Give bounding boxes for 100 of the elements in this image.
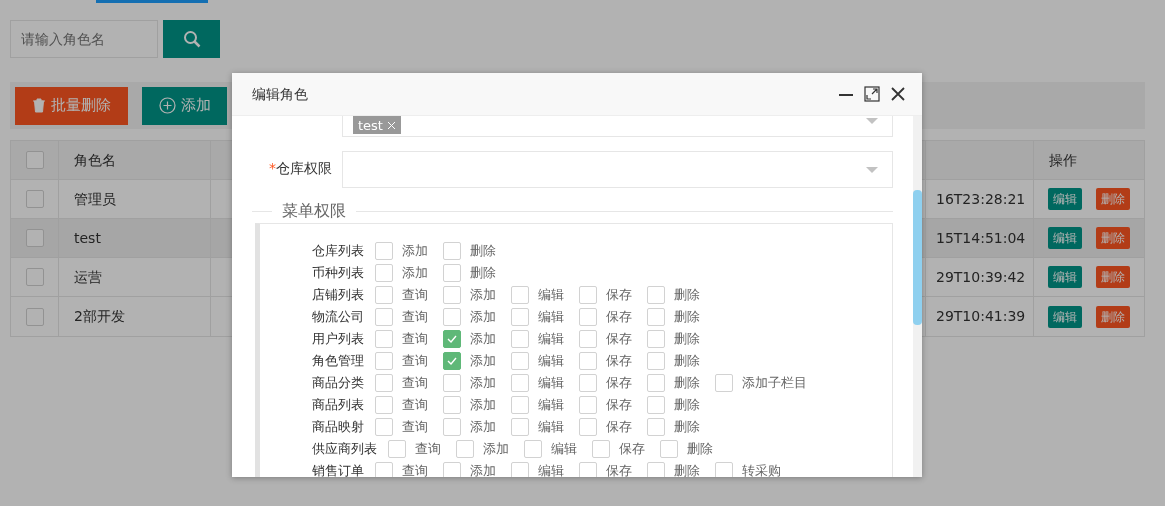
checkbox[interactable] bbox=[579, 308, 597, 326]
checkbox[interactable] bbox=[715, 374, 733, 392]
delete-button[interactable]: 删除 bbox=[1096, 266, 1130, 288]
close-icon[interactable] bbox=[890, 86, 906, 102]
delete-button[interactable]: 删除 bbox=[1096, 188, 1130, 210]
checkbox[interactable] bbox=[443, 396, 461, 414]
checkbox[interactable] bbox=[375, 242, 393, 260]
dropdown-caret-icon bbox=[866, 118, 878, 124]
checkbox[interactable] bbox=[511, 352, 529, 370]
checkbox[interactable] bbox=[443, 264, 461, 282]
checkbox[interactable] bbox=[511, 396, 529, 414]
checkbox[interactable] bbox=[647, 330, 665, 348]
checkbox[interactable] bbox=[647, 462, 665, 477]
delete-button[interactable]: 删除 bbox=[1096, 227, 1130, 249]
edit-button[interactable]: 编辑 bbox=[1048, 305, 1082, 328]
trash-icon bbox=[32, 98, 46, 113]
select-all-checkbox[interactable] bbox=[25, 151, 44, 169]
permission-label: 保存 bbox=[606, 462, 632, 477]
checkbox[interactable] bbox=[375, 286, 393, 304]
checkbox[interactable] bbox=[579, 462, 597, 477]
checkbox[interactable] bbox=[511, 330, 529, 348]
edit-button[interactable]: 编辑 bbox=[1048, 266, 1082, 288]
permission-label: 保存 bbox=[606, 330, 632, 349]
row-checkbox[interactable] bbox=[25, 229, 44, 247]
checkbox[interactable] bbox=[579, 418, 597, 436]
checkbox[interactable] bbox=[579, 374, 597, 392]
permission-label: 删除 bbox=[674, 396, 700, 415]
permission-label: 添加 bbox=[470, 286, 496, 305]
permission-label: 保存 bbox=[606, 352, 632, 371]
checkbox[interactable] bbox=[375, 418, 393, 436]
permission-label: 编辑 bbox=[551, 440, 577, 459]
checkbox[interactable] bbox=[443, 286, 461, 304]
checkbox[interactable] bbox=[511, 308, 529, 326]
checkbox[interactable] bbox=[443, 242, 461, 260]
checkbox[interactable] bbox=[456, 440, 474, 458]
permission-label: 查询 bbox=[402, 374, 428, 393]
row-checkbox[interactable] bbox=[25, 268, 44, 286]
table-cell-text: 16T23:28:21 bbox=[936, 189, 1026, 209]
checkbox[interactable] bbox=[443, 374, 461, 392]
edit-button[interactable]: 编辑 bbox=[1048, 188, 1082, 210]
checkbox[interactable] bbox=[375, 396, 393, 414]
add-button[interactable]: 添加 bbox=[142, 86, 227, 125]
delete-button[interactable]: 删除 bbox=[1096, 305, 1130, 328]
checkbox[interactable] bbox=[443, 418, 461, 436]
checkbox[interactable] bbox=[443, 330, 461, 348]
dropdown-caret-icon bbox=[866, 166, 878, 173]
permission-label: 添加 bbox=[402, 264, 428, 283]
checkbox[interactable] bbox=[660, 440, 678, 458]
batch-delete-button[interactable]: 批量删除 bbox=[15, 86, 128, 125]
permission-label: 添加 bbox=[470, 308, 496, 327]
checkbox[interactable] bbox=[511, 374, 529, 392]
table-cell-text: 29T10:41:39 bbox=[936, 307, 1026, 326]
row-checkbox[interactable] bbox=[25, 190, 44, 208]
check-icon bbox=[447, 357, 457, 365]
checkbox[interactable] bbox=[524, 440, 542, 458]
checkbox[interactable] bbox=[647, 396, 665, 414]
checkbox[interactable] bbox=[375, 352, 393, 370]
checkbox[interactable] bbox=[375, 308, 393, 326]
checkbox[interactable] bbox=[715, 462, 733, 477]
menu-label: 销售订单 bbox=[312, 462, 364, 477]
checkbox[interactable] bbox=[375, 374, 393, 392]
checkbox[interactable] bbox=[647, 308, 665, 326]
menu-label: 物流公司 bbox=[312, 308, 364, 327]
checkbox[interactable] bbox=[443, 308, 461, 326]
checkbox[interactable] bbox=[647, 352, 665, 370]
dialog-title: 编辑角色 bbox=[252, 84, 309, 104]
menu-label: 币种列表 bbox=[312, 264, 364, 283]
warehouse-select[interactable] bbox=[342, 151, 893, 188]
checkbox[interactable] bbox=[579, 352, 597, 370]
checkbox[interactable] bbox=[388, 440, 406, 458]
checkbox[interactable] bbox=[579, 330, 597, 348]
checkbox[interactable] bbox=[375, 462, 393, 477]
row-checkbox[interactable] bbox=[25, 307, 44, 326]
selected-tag: test bbox=[353, 116, 401, 134]
checkbox[interactable] bbox=[647, 374, 665, 392]
scrollbar-thumb[interactable] bbox=[913, 190, 922, 325]
search-field[interactable]: 请输入角色名 bbox=[10, 20, 158, 58]
permission-label: 删除 bbox=[674, 462, 700, 477]
permission-label: 保存 bbox=[606, 418, 632, 437]
checkbox[interactable] bbox=[443, 462, 461, 477]
checkbox[interactable] bbox=[647, 286, 665, 304]
column-header: 角色名 bbox=[74, 150, 116, 170]
menu-label: 仓库列表 bbox=[312, 242, 364, 261]
permission-label: 查询 bbox=[402, 308, 428, 327]
shop-select[interactable]: test bbox=[342, 116, 893, 137]
checkbox[interactable] bbox=[592, 440, 610, 458]
edit-button[interactable]: 编辑 bbox=[1048, 227, 1082, 249]
checkbox[interactable] bbox=[375, 264, 393, 282]
checkbox[interactable] bbox=[579, 396, 597, 414]
checkbox[interactable] bbox=[579, 286, 597, 304]
checkbox[interactable] bbox=[511, 286, 529, 304]
checkbox[interactable] bbox=[511, 462, 529, 477]
checkbox[interactable] bbox=[375, 330, 393, 348]
checkbox[interactable] bbox=[443, 352, 461, 370]
permission-label: 删除 bbox=[687, 440, 713, 459]
checkbox[interactable] bbox=[511, 418, 529, 436]
search-button[interactable] bbox=[163, 20, 220, 58]
maximize-icon[interactable] bbox=[864, 86, 880, 102]
checkbox[interactable] bbox=[647, 418, 665, 436]
search-icon bbox=[182, 30, 201, 48]
